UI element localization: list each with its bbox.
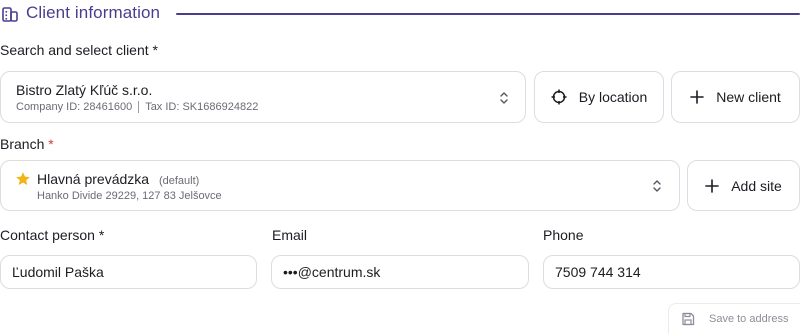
required-mark: * (152, 42, 158, 58)
email-label: Email (272, 227, 308, 243)
save-to-address-label: Save to address (709, 313, 789, 325)
client-name: Bistro Zlatý Kľúč s.r.o. (16, 82, 153, 98)
section-title: Client information (26, 3, 161, 22)
contact-label: Contact person * (0, 227, 104, 243)
client-label-text: Search and select client (0, 42, 149, 58)
by-location-label: By location (578, 89, 648, 105)
crosshair-icon (551, 89, 567, 105)
email-value: •••@centrum.sk (283, 264, 381, 280)
floppy-disk-icon (682, 312, 695, 326)
chevron-updown-icon (500, 92, 508, 104)
contact-person-value: Ľudomil Paška (12, 264, 104, 280)
new-client-button[interactable]: New client (671, 71, 800, 123)
required-mark: * (98, 227, 105, 243)
phone-label: Phone (543, 227, 584, 243)
phone-field[interactable]: 7509 744 314 (543, 255, 800, 289)
client-select[interactable]: Bistro Zlatý Kľúč s.r.o. Company ID: 284… (0, 71, 526, 123)
default-tag: (default) (158, 175, 200, 187)
branch-name: Hlavná prevádzka (37, 171, 150, 187)
required-mark: * (48, 136, 54, 152)
save-to-address-button[interactable]: Save to address (668, 303, 800, 334)
branch-label: Branch * (0, 136, 54, 152)
contact-person-field[interactable]: Ľudomil Paška (0, 255, 257, 289)
chevron-updown-icon (653, 180, 661, 192)
meta-separator (138, 101, 140, 113)
branch-name-row: Hlavná prevádzka (default) (37, 171, 199, 187)
branch-address: Hanko Divide 29229, 127 83 Jelšovce (37, 190, 222, 202)
company-id: Company ID: 28461600 (16, 101, 133, 113)
contact-label-text: Contact person (0, 227, 95, 243)
building-icon (2, 7, 18, 22)
client-label: Search and select client * (0, 42, 158, 58)
star-icon (16, 172, 30, 185)
phone-value: 7509 744 314 (555, 264, 641, 280)
new-client-label: New client (716, 89, 781, 105)
plus-icon (690, 90, 705, 104)
branch-select[interactable]: Hlavná prevádzka (default) Hanko Divide … (0, 160, 680, 211)
add-site-label: Add site (731, 177, 782, 194)
section-divider (176, 13, 800, 15)
email-field[interactable]: •••@centrum.sk (271, 255, 529, 289)
section-header: Client information (0, 0, 800, 28)
by-location-button[interactable]: By location (534, 71, 664, 123)
plus-icon (705, 178, 720, 193)
add-site-button[interactable]: Add site (687, 160, 800, 211)
client-meta: Company ID: 28461600 Tax ID: SK168692482… (16, 101, 258, 113)
branch-label-text: Branch (0, 136, 45, 152)
tax-id: Tax ID: SK1686924822 (145, 101, 259, 113)
